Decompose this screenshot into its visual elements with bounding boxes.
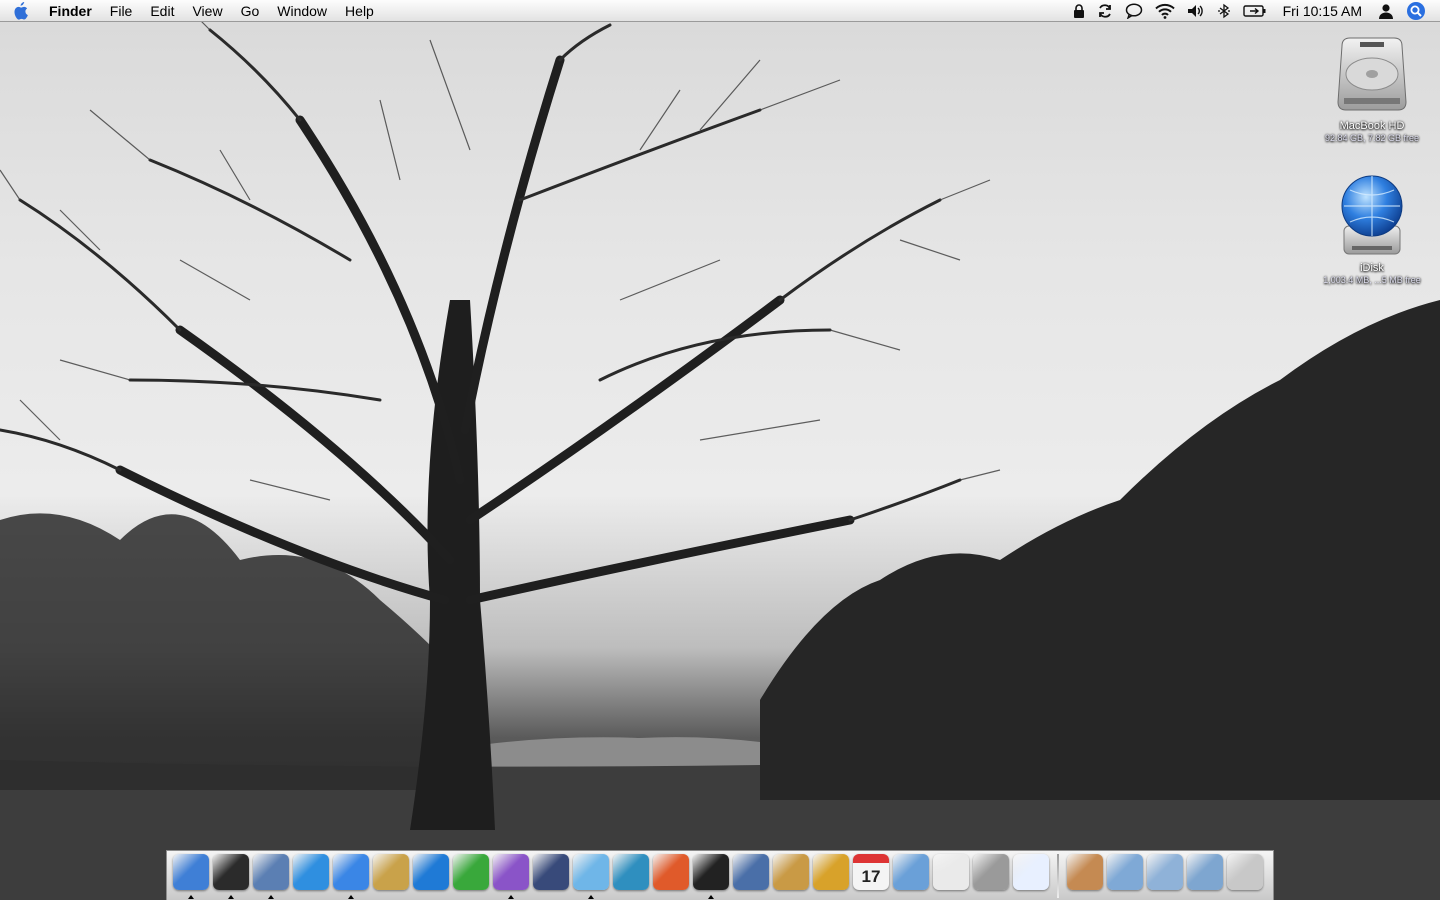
running-indicator bbox=[508, 895, 514, 899]
running-indicator bbox=[348, 895, 354, 899]
dock-item-camera[interactable] bbox=[691, 854, 731, 899]
bluetooth-icon[interactable] bbox=[1211, 0, 1237, 22]
hard-drive-icon bbox=[1330, 32, 1414, 116]
dock-item-network[interactable] bbox=[451, 854, 491, 898]
battery-icon[interactable] bbox=[1237, 0, 1273, 22]
dock-item-dashboard[interactable] bbox=[211, 854, 251, 899]
preview-icon bbox=[773, 854, 809, 890]
dock-item-windows[interactable] bbox=[1011, 854, 1051, 898]
delivery-truck-icon bbox=[813, 854, 849, 890]
dock-item-applications-folder[interactable] bbox=[1105, 854, 1145, 898]
documents-folder-icon bbox=[1147, 854, 1183, 890]
dock-item-safari[interactable] bbox=[291, 854, 331, 898]
dock-item-ichat[interactable] bbox=[331, 854, 371, 899]
dock-item-textwrangler[interactable] bbox=[411, 854, 451, 898]
iphoto-icon bbox=[733, 854, 769, 890]
applications-folder-icon bbox=[1107, 854, 1143, 890]
dock-apps-section: 17 bbox=[171, 851, 1051, 899]
camera-icon bbox=[693, 854, 729, 890]
mailbox-icon bbox=[893, 854, 929, 890]
menu-help[interactable]: Help bbox=[336, 0, 383, 22]
dock-item-mailbox[interactable] bbox=[891, 854, 931, 898]
spotlight-icon[interactable] bbox=[1400, 0, 1432, 22]
ical-icon: 17 bbox=[853, 854, 889, 890]
downloads-folder-icon bbox=[1187, 854, 1223, 890]
calculator-icon bbox=[973, 854, 1009, 890]
dock-item-feather-app[interactable] bbox=[611, 854, 651, 898]
wifi-icon[interactable] bbox=[1149, 0, 1181, 22]
menu-bar: Finder File Edit View Go Window Help Fri… bbox=[0, 0, 1440, 22]
windows-icon bbox=[1013, 854, 1049, 890]
wallpaper-landscape bbox=[0, 0, 1440, 900]
dock-item-address-book[interactable] bbox=[371, 854, 411, 898]
menu-file[interactable]: File bbox=[101, 0, 142, 22]
chat-icon[interactable] bbox=[1119, 0, 1149, 22]
dock-separator bbox=[1057, 854, 1059, 898]
desktop-icon-idisk[interactable]: iDisk 1,003.4 MB, ...5 MB free bbox=[1312, 174, 1432, 286]
desktop-icon-info: 1,003.4 MB, ...5 MB free bbox=[1323, 275, 1421, 285]
flame-app-icon bbox=[653, 854, 689, 890]
dock-item-calculator[interactable] bbox=[971, 854, 1011, 898]
dock-item-home-folder[interactable] bbox=[1065, 854, 1105, 898]
menu-go[interactable]: Go bbox=[232, 0, 269, 22]
user-icon[interactable] bbox=[1372, 0, 1400, 22]
running-indicator bbox=[228, 895, 234, 899]
dock-item-flame-app[interactable] bbox=[651, 854, 691, 898]
purple-app-icon bbox=[493, 854, 529, 890]
menubar-clock[interactable]: Fri 10:15 AM bbox=[1273, 0, 1372, 22]
desktop-icon-macbook-hd[interactable]: MacBook HD 92.84 GB, 7.82 GB free bbox=[1312, 32, 1432, 144]
idisk-globe-icon bbox=[1330, 174, 1414, 258]
trash-icon bbox=[1227, 854, 1263, 890]
quill-app-icon bbox=[533, 854, 569, 890]
desktop-wallpaper bbox=[0, 0, 1440, 900]
menu-edit[interactable]: Edit bbox=[141, 0, 183, 22]
ichat-icon bbox=[333, 854, 369, 890]
apple-menu-icon[interactable] bbox=[0, 0, 40, 22]
running-indicator bbox=[268, 895, 274, 899]
running-indicator bbox=[708, 895, 714, 899]
dock-item-purple-app[interactable] bbox=[491, 854, 531, 899]
lock-icon[interactable] bbox=[1067, 0, 1091, 22]
dock-item-textedit[interactable] bbox=[931, 854, 971, 898]
dock-item-finder[interactable] bbox=[171, 854, 211, 899]
textwrangler-icon bbox=[413, 854, 449, 890]
home-folder-icon bbox=[1067, 854, 1103, 890]
menu-finder[interactable]: Finder bbox=[40, 0, 101, 22]
dock-item-preview[interactable] bbox=[771, 854, 811, 898]
dock-item-documents-folder[interactable] bbox=[1145, 854, 1185, 898]
mail-stamp-icon bbox=[253, 854, 289, 890]
dock-item-itunes[interactable] bbox=[571, 854, 611, 899]
dock: 17 bbox=[166, 850, 1274, 900]
menu-window[interactable]: Window bbox=[268, 0, 336, 22]
dock-item-downloads-folder[interactable] bbox=[1185, 854, 1225, 898]
desktop-icon-label: iDisk bbox=[1360, 262, 1384, 274]
dock-folders-section bbox=[1065, 851, 1265, 898]
dock-item-delivery-truck[interactable] bbox=[811, 854, 851, 898]
finder-icon bbox=[173, 854, 209, 890]
dock-item-trash[interactable] bbox=[1225, 854, 1265, 898]
dock-item-mail-stamp[interactable] bbox=[251, 854, 291, 899]
ical-date: 17 bbox=[861, 866, 881, 886]
address-book-icon bbox=[373, 854, 409, 890]
textedit-icon bbox=[933, 854, 969, 890]
volume-icon[interactable] bbox=[1181, 0, 1211, 22]
sync-icon[interactable] bbox=[1091, 0, 1119, 22]
network-icon bbox=[453, 854, 489, 890]
safari-icon bbox=[293, 854, 329, 890]
running-indicator bbox=[588, 895, 594, 899]
itunes-icon bbox=[573, 854, 609, 890]
feather-app-icon bbox=[613, 854, 649, 890]
dashboard-icon bbox=[213, 854, 249, 890]
running-indicator bbox=[188, 895, 194, 899]
desktop-icon-label: MacBook HD bbox=[1339, 120, 1405, 132]
dock-item-quill-app[interactable] bbox=[531, 854, 571, 898]
desktop-icon-info: 92.84 GB, 7.82 GB free bbox=[1324, 133, 1420, 143]
dock-item-iphoto[interactable] bbox=[731, 854, 771, 898]
menu-view[interactable]: View bbox=[183, 0, 231, 22]
dock-item-ical[interactable]: 17 bbox=[851, 854, 891, 898]
